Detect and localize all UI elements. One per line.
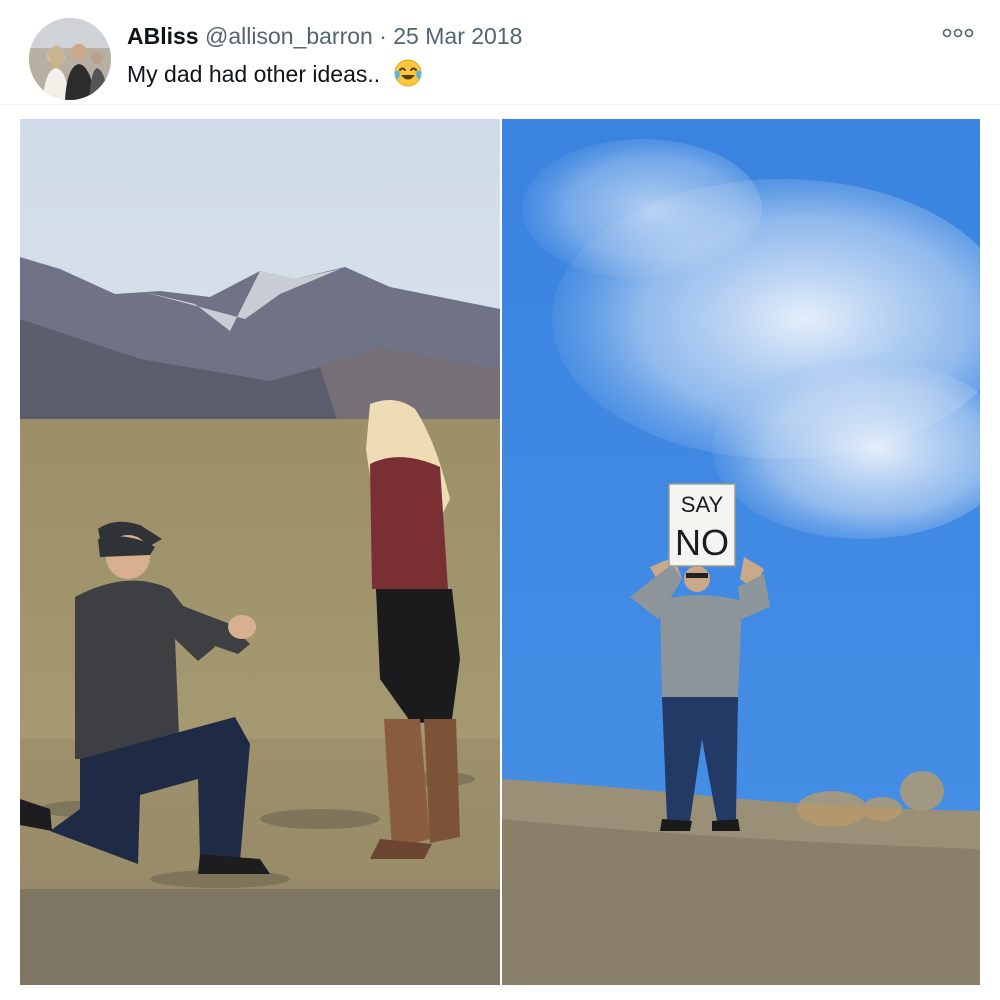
more-options-icon: [942, 28, 974, 38]
tweet-card: ABliss @allison_barron · 25 Mar 2018 My …: [0, 0, 1000, 1000]
tweet-media-grid: SAY NO: [20, 119, 980, 985]
photo-dad-sign[interactable]: SAY NO: [502, 119, 980, 985]
avatar-photo-icon: [29, 18, 111, 100]
tweet-name-row: ABliss @allison_barron · 25 Mar 2018: [127, 21, 522, 51]
tweet-text: My dad had other ideas..: [127, 61, 381, 87]
sign-line-2: NO: [675, 522, 729, 563]
display-name[interactable]: ABliss: [127, 23, 199, 49]
avatar[interactable]: [29, 18, 111, 100]
separator-dot: ·: [379, 23, 387, 49]
say-no-sign: SAY NO: [668, 483, 736, 567]
sign-line-1: SAY: [681, 492, 724, 517]
header-divider: [0, 104, 1000, 105]
dad-sign-photo-icon: SAY NO: [502, 119, 980, 985]
photo-proposal[interactable]: [20, 119, 500, 985]
more-options-button[interactable]: [938, 20, 978, 46]
tweet-header: ABliss @allison_barron · 25 Mar 2018 My …: [0, 0, 1000, 110]
user-handle[interactable]: @allison_barron: [205, 23, 373, 49]
tweet-date[interactable]: 25 Mar 2018: [393, 23, 522, 49]
face-with-tears-of-joy-icon: [393, 58, 423, 95]
proposal-photo-icon: [20, 119, 500, 985]
tweet-text-row: My dad had other ideas..: [127, 58, 423, 95]
